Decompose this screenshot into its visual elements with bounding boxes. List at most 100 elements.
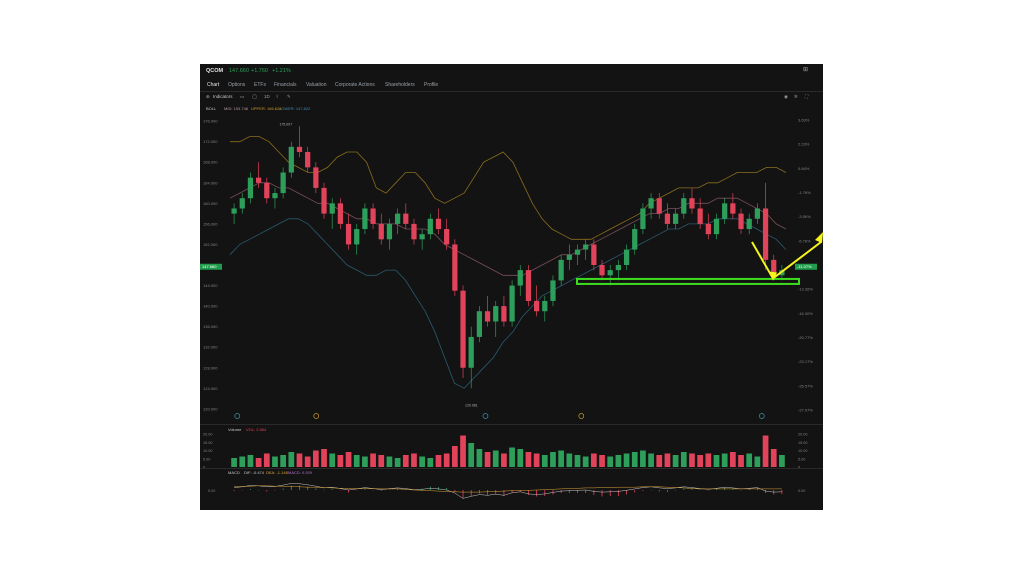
candle-body: [321, 187, 327, 214]
interval-button[interactable]: 1D: [264, 94, 270, 99]
price-chart[interactable]: 176.000 172.000 168.000 164.000 160.000 156.0…: [200, 112, 823, 422]
chart-toolbar: ⊕ Indicators ▭ ◯ 1D ⌇ ✎ ◉ ✲ ⛶: [200, 92, 823, 102]
volume-bar: [762, 435, 769, 467]
boll-lower-line: [229, 218, 787, 389]
compare-icon[interactable]: ◯: [252, 94, 257, 100]
candle-body: [713, 218, 720, 235]
candle-body: [435, 218, 442, 230]
macd-histogram-bar: [339, 490, 341, 491]
event-marker: [578, 413, 585, 419]
chart-type-icon[interactable]: ⌇: [276, 94, 278, 100]
volume-bar: [705, 453, 712, 467]
macd-histogram-bar: [609, 490, 611, 496]
volume-bar: [656, 455, 663, 467]
candle-body: [444, 229, 450, 245]
candle-body: [247, 177, 254, 199]
macd-histogram-bar: [560, 490, 562, 493]
candle-body: [664, 213, 671, 224]
indicators-icon[interactable]: ⊕: [206, 94, 210, 100]
price-change-pct: +1.21%: [272, 68, 291, 74]
macd-histogram-bar: [274, 490, 276, 491]
macd-histogram-bar: [462, 490, 464, 498]
macd-axis-right: 0.00: [798, 489, 805, 493]
volume-chart[interactable]: 20.0015.0010.005.00020.0015.0010.005.000: [200, 426, 823, 470]
candle-body: [656, 198, 662, 214]
candle-body: [256, 177, 262, 183]
volume-bar: [378, 455, 385, 467]
macd-chart[interactable]: 0.00 0.00: [200, 476, 823, 510]
volume-bar: [312, 450, 319, 467]
pct-axis-label: -27.97%: [798, 408, 813, 413]
candle-body: [574, 249, 581, 255]
tab-shareholders[interactable]: Shareholders: [385, 82, 415, 88]
macd-histogram-bar: [536, 490, 538, 497]
macd-histogram-bar: [626, 490, 627, 495]
tab-etfs[interactable]: ETFs: [254, 82, 266, 88]
candle-body: [534, 300, 540, 312]
layout-icon[interactable]: ⊞: [803, 66, 808, 73]
volume-bar: [239, 456, 246, 467]
volume-divider: [200, 424, 823, 425]
fullscreen-icon[interactable]: ⛶: [805, 94, 808, 99]
pct-axis-label: -13.36%: [798, 287, 813, 292]
tab-profile[interactable]: Profile: [424, 82, 438, 88]
candle-body: [525, 270, 532, 301]
indicators-button[interactable]: Indicators: [213, 94, 233, 99]
last-price: 147.660: [229, 68, 249, 74]
candle-body: [705, 223, 711, 235]
candle-body: [345, 223, 352, 245]
macd-histogram-bar: [634, 490, 636, 493]
tab-financials[interactable]: Financials: [274, 82, 297, 88]
volume-bar: [443, 453, 450, 467]
boll-label[interactable]: BOLL: [206, 106, 216, 111]
boll-mid: MID: 153.746: [224, 106, 249, 111]
volume-right-axis-label: 15.00: [798, 441, 808, 445]
candle-body: [427, 218, 433, 235]
macd-histogram-bar: [544, 490, 546, 496]
candle-body: [681, 198, 687, 214]
volume-bar: [476, 449, 483, 467]
price-axis-label: 128.000: [203, 365, 218, 370]
price-axis-label: 160.000: [203, 201, 218, 206]
current-price-label: 147.660: [202, 264, 217, 269]
macd-histogram-bar: [478, 490, 480, 494]
candle-body: [493, 306, 499, 322]
macd-histogram-bar: [323, 490, 325, 491]
macd-histogram-bar: [446, 488, 448, 490]
event-marker: [234, 413, 241, 419]
tab-options[interactable]: Options: [228, 82, 245, 88]
price-change: +1.760: [251, 68, 268, 74]
tab-valuation[interactable]: Valuation: [306, 82, 326, 88]
pct-axis-label: -6.76%: [798, 238, 811, 243]
candle-body: [313, 167, 319, 188]
candle-body: [550, 280, 556, 301]
volume-bar: [402, 455, 409, 467]
volume-bar: [525, 452, 532, 467]
macd-histogram-bar: [389, 489, 390, 490]
candle-body: [517, 270, 523, 286]
candle-body: [411, 223, 417, 240]
pct-axis-label: 3.63%: [798, 118, 810, 123]
volume-bar: [533, 453, 540, 467]
volume-bar: [779, 455, 785, 467]
settings-icon[interactable]: ✲: [794, 94, 798, 100]
volume-right-axis-label: 5.00: [798, 457, 805, 461]
ticker-symbol[interactable]: QCOM: [206, 68, 223, 74]
candle-body: [591, 244, 597, 265]
tab-corporate-actions[interactable]: Corporate Actions: [335, 82, 375, 88]
candle-body: [386, 223, 393, 240]
candle-body: [272, 193, 278, 199]
volume-bar: [631, 452, 638, 467]
draw-icon[interactable]: ▭: [240, 94, 244, 100]
macd-histogram-bar: [241, 490, 243, 491]
macd-label[interactable]: MACD: [228, 470, 240, 475]
tab-chart[interactable]: Chart: [207, 82, 219, 88]
candle-body: [746, 218, 752, 230]
price-axis-label: 156.000: [203, 221, 218, 226]
volume-bar: [599, 455, 605, 467]
price-axis-label: 168.000: [203, 160, 218, 165]
camera-icon[interactable]: ◉: [784, 94, 788, 100]
candle-body: [722, 203, 728, 219]
pen-icon[interactable]: ✎: [287, 94, 291, 100]
volume-bar: [255, 458, 262, 467]
